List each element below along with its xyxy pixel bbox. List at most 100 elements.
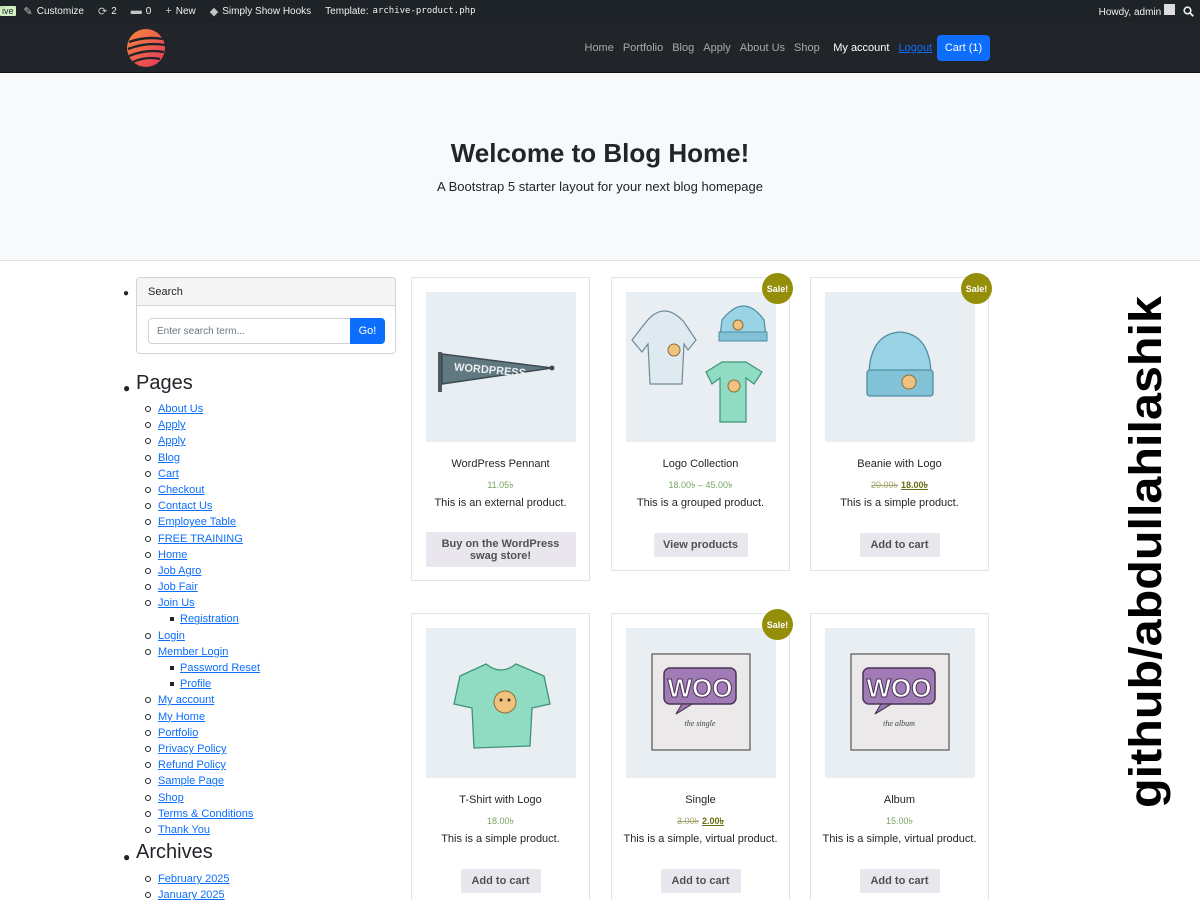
- nav-item-apply[interactable]: Apply: [703, 42, 731, 54]
- page-link[interactable]: Sample Page: [158, 775, 224, 787]
- sale-badge: Sale!: [762, 273, 793, 304]
- page-link[interactable]: Cart: [158, 468, 179, 480]
- nav-links: Home Portfolio Blog Apply About Us Shop …: [580, 22, 937, 73]
- nav-item-portfolio[interactable]: Portfolio: [623, 42, 663, 54]
- page-link[interactable]: Thank You: [158, 824, 210, 836]
- price: 11.05৳: [487, 480, 514, 490]
- page-link[interactable]: Profile: [180, 678, 211, 690]
- product-button[interactable]: Add to cart: [660, 869, 741, 893]
- svg-text:github/abdullahilashik: github/abdullahilashik: [1120, 295, 1171, 808]
- page-link[interactable]: Portfolio: [158, 727, 198, 739]
- list-item: Contact Us: [144, 499, 260, 515]
- product-image-collection[interactable]: [626, 292, 776, 442]
- product-button[interactable]: Add to cart: [859, 533, 940, 557]
- sale-price: 2.00৳: [702, 816, 724, 826]
- page-link[interactable]: Job Agro: [158, 565, 201, 577]
- pages-list: About Us Apply Apply Blog Cart Checkout Contac…: [144, 402, 260, 839]
- product-card: WOO the single Single 3.00৳ 2.00৳ This is a s…: [611, 613, 790, 900]
- page-link[interactable]: Apply: [158, 435, 186, 447]
- product-button[interactable]: Add to cart: [460, 869, 541, 893]
- archive-link[interactable]: January 2025: [158, 889, 225, 900]
- comments-count: 0: [145, 5, 152, 17]
- product-image-pennant[interactable]: WORDPRESS: [426, 292, 576, 442]
- customize-link[interactable]: ✎ Customize: [24, 5, 84, 18]
- page-link[interactable]: My account: [158, 694, 214, 706]
- page-link[interactable]: FREE TRAINING: [158, 533, 243, 545]
- product-name[interactable]: WordPress Pennant: [412, 458, 589, 470]
- page-link[interactable]: Checkout: [158, 484, 204, 496]
- product-card: Logo Collection 18.00৳ – 45.00৳ This is a …: [611, 277, 790, 571]
- list-item: Checkout: [144, 483, 260, 499]
- page-link[interactable]: About Us: [158, 403, 203, 415]
- list-item: Join Us: [144, 596, 260, 612]
- product-description: This is a grouped product.: [636, 497, 765, 509]
- product-image-woo-single[interactable]: WOO the single: [626, 628, 776, 778]
- list-item: February 2025: [145, 872, 230, 888]
- comments-link[interactable]: ▬ 0: [131, 5, 152, 17]
- product-description: This is a simple product.: [441, 833, 560, 845]
- search-input[interactable]: Enter search term...: [148, 318, 351, 344]
- product-card: Beanie with Logo 20.00৳ 18.00৳ This is a si…: [810, 277, 989, 571]
- archive-link[interactable]: February 2025: [158, 873, 230, 885]
- brand-logo[interactable]: [125, 27, 167, 69]
- hooks-label: Simply Show Hooks: [222, 5, 312, 17]
- nav-item-home[interactable]: Home: [585, 42, 614, 54]
- page-link[interactable]: Contact Us: [158, 500, 212, 512]
- list-item: Blog: [144, 451, 260, 467]
- logout-link[interactable]: Logout: [898, 42, 932, 54]
- product-name[interactable]: T-Shirt with Logo: [412, 794, 589, 806]
- page-link[interactable]: Join Us: [158, 597, 195, 609]
- cart-button[interactable]: Cart (1): [937, 35, 990, 61]
- product-name[interactable]: Logo Collection: [612, 458, 789, 470]
- page-link[interactable]: Job Fair: [158, 581, 198, 593]
- live-badge[interactable]: ive: [0, 6, 16, 16]
- svg-text:the single: the single: [685, 719, 716, 728]
- list-item: Job Fair: [144, 580, 260, 596]
- list-bullet: ●: [123, 288, 130, 299]
- page-link[interactable]: Password Reset: [180, 662, 260, 674]
- product-button[interactable]: Buy on the WordPress swag store!: [425, 532, 576, 567]
- list-item: Password Reset: [158, 661, 260, 677]
- page-link[interactable]: Home: [158, 549, 187, 561]
- page-link[interactable]: Member Login: [158, 646, 228, 658]
- page-link[interactable]: Blog: [158, 452, 180, 464]
- product-name[interactable]: Single: [612, 794, 789, 806]
- product-image-beanie[interactable]: [825, 292, 975, 442]
- nav-item-about-us[interactable]: About Us: [740, 42, 785, 54]
- product-image-tshirt[interactable]: [426, 628, 576, 778]
- page-link[interactable]: Employee Table: [158, 516, 236, 528]
- hooks-link[interactable]: ◆ Simply Show Hooks: [210, 5, 311, 18]
- page-link[interactable]: Refund Policy: [158, 759, 226, 771]
- template-info: Template: archive-product.php: [325, 6, 475, 17]
- product-price: 15.00৳: [811, 814, 988, 829]
- list-item: Privacy Policy: [144, 742, 260, 758]
- list-item: About Us: [144, 402, 260, 418]
- search-widget-title: Search: [137, 278, 395, 306]
- product-description: This is a simple product.: [840, 497, 959, 509]
- page-link[interactable]: Apply: [158, 419, 186, 431]
- page-link[interactable]: Registration: [180, 613, 239, 625]
- page-link[interactable]: Privacy Policy: [158, 743, 226, 755]
- page-link[interactable]: Shop: [158, 792, 184, 804]
- page-link[interactable]: My Home: [158, 711, 205, 723]
- list-item: Apply: [144, 434, 260, 450]
- page-link[interactable]: Terms & Conditions: [158, 808, 253, 820]
- product-button[interactable]: Add to cart: [859, 869, 940, 893]
- list-item: Terms & Conditions: [144, 807, 260, 823]
- updates-link[interactable]: ⟳ 2: [98, 5, 117, 18]
- nav-item-my-account[interactable]: My account: [833, 42, 889, 54]
- archives-widget-title: Archives: [136, 841, 213, 863]
- nav-item-shop[interactable]: Shop: [794, 42, 820, 54]
- howdy-account[interactable]: Howdy, admin: [1099, 4, 1175, 18]
- search-go-button[interactable]: Go!: [350, 318, 385, 344]
- product-image-woo-album[interactable]: WOO the album: [825, 628, 975, 778]
- search-widget: Search Enter search term... Go!: [136, 277, 396, 354]
- product-name[interactable]: Album: [811, 794, 988, 806]
- new-link[interactable]: + New: [165, 5, 195, 17]
- nav-item-blog[interactable]: Blog: [672, 42, 694, 54]
- search-icon[interactable]: [1183, 5, 1194, 17]
- svg-text:WOO: WOO: [668, 673, 733, 703]
- page-link[interactable]: Login: [158, 630, 185, 642]
- product-button[interactable]: View products: [653, 533, 748, 557]
- product-name[interactable]: Beanie with Logo: [811, 458, 988, 470]
